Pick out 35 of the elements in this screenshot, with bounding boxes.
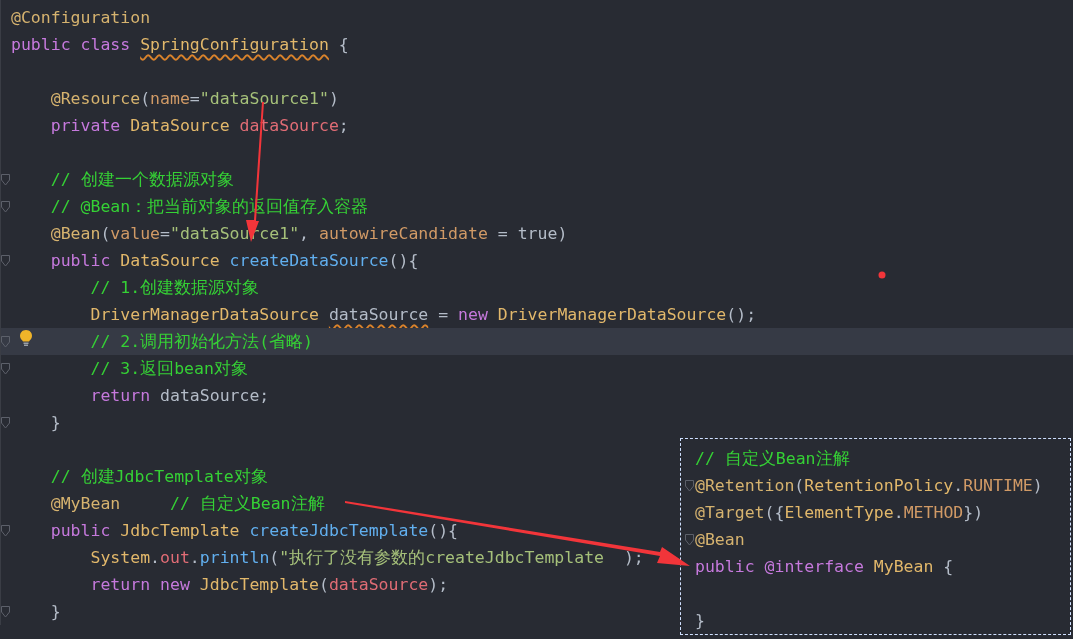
code-line: System.out.println("执行了没有参数的createJdbcTemplate ); (90, 547, 644, 569)
fold-icon[interactable] (1, 362, 10, 375)
fold-icon[interactable] (1, 416, 10, 429)
code-line: return new JdbcTemplate(dataSource); (90, 574, 449, 596)
code-line: // 3.返回bean对象 (90, 358, 248, 380)
fold-icon[interactable] (1, 254, 10, 267)
code-line: @Bean (695, 529, 745, 551)
code-line: public DataSource createDataSource(){ (50, 250, 419, 272)
code-line: @Target({ElementType.METHOD}) (695, 502, 984, 524)
code-line: // 创建一个数据源对象 (50, 169, 234, 191)
marker-dot (878, 271, 886, 279)
code-line: } (695, 610, 705, 632)
fold-icon[interactable] (1, 335, 10, 348)
code-line: public class SpringConfiguration { (11, 34, 349, 56)
code-line: // 自定义Bean注解 (695, 448, 850, 470)
lightbulb-icon[interactable] (19, 329, 33, 347)
code-line: @Retention(RetentionPolicy.RUNTIME) (695, 475, 1043, 497)
code-line: // 2.调用初始化方法(省略) (90, 331, 314, 353)
code-line: @MyBean // 自定义Bean注解 (50, 493, 325, 515)
code-line: return dataSource; (90, 385, 270, 407)
code-line: public JdbcTemplate createJdbcTemplate(){ (50, 520, 459, 542)
code-line: DriverManagerDataSource dataSource = new DriverManagerDataSource(); (90, 304, 757, 326)
code-line: } (50, 601, 61, 623)
fold-icon[interactable] (1, 173, 10, 186)
fold-icon[interactable] (685, 533, 694, 546)
code-line: // 1.创建数据源对象 (90, 277, 260, 299)
code-line: public @interface MyBean { (695, 556, 954, 578)
code-line: // 创建JdbcTemplate对象 (50, 466, 268, 488)
fold-icon[interactable] (1, 605, 10, 618)
code-line: @Resource(name="dataSource1") (50, 88, 339, 110)
fold-icon[interactable] (1, 200, 10, 213)
fold-icon[interactable] (1, 524, 10, 537)
code-line: @Configuration (11, 7, 151, 29)
fold-icon[interactable] (685, 479, 694, 492)
code-line: } (50, 412, 61, 434)
